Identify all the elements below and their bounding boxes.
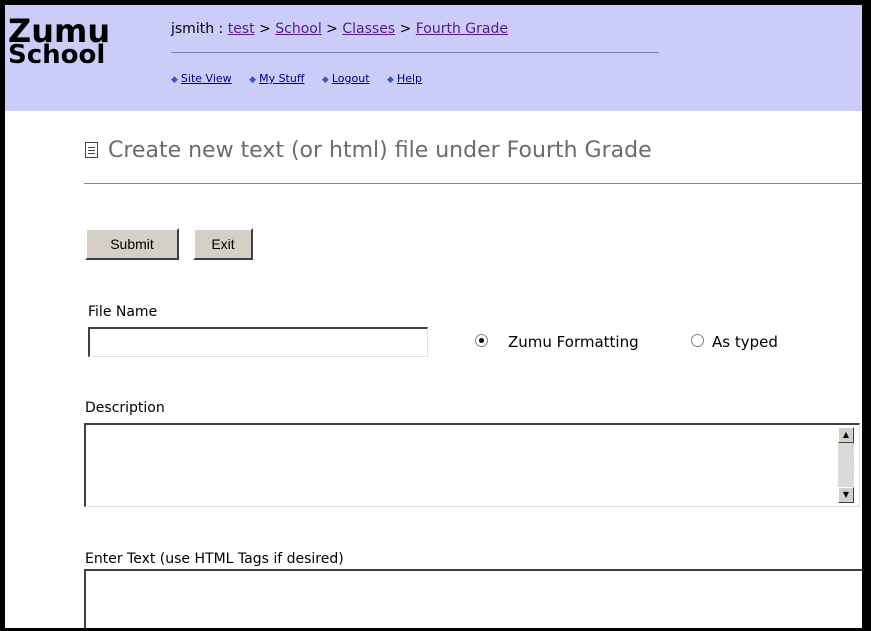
file-name-label: File Name (88, 304, 158, 320)
zumu-school-logo[interactable]: Zumu School (8, 15, 110, 70)
scroll-up-arrow-icon[interactable]: ▲ (838, 427, 854, 443)
description-textarea[interactable]: ▲ ▼ (84, 423, 860, 507)
description-label: Description (85, 400, 165, 416)
breadcrumb: jsmith : test > School > Classes > Fourt… (171, 21, 508, 37)
nav-help-link[interactable]: Help (397, 72, 422, 85)
title-divider (84, 183, 862, 184)
nav-site-view-link[interactable]: Site View (181, 72, 232, 85)
enter-text-textarea[interactable] (84, 569, 862, 628)
description-scrollbar[interactable]: ▲ ▼ (838, 427, 854, 503)
breadcrumb-arrow: > (259, 21, 271, 37)
page-title-row: Create new text (or html) file under Fou… (85, 138, 652, 163)
diamond-icon: ◆ (321, 75, 329, 85)
scroll-down-arrow-icon[interactable]: ▼ (838, 487, 854, 503)
breadcrumb-separator: : (218, 21, 224, 37)
diamond-icon: ◆ (387, 75, 394, 85)
breadcrumb-divider (171, 52, 659, 53)
enter-text-label: Enter Text (use HTML Tags if desired) (85, 551, 344, 567)
file-name-input[interactable] (88, 327, 428, 357)
header: Zumu School jsmith : test > School > Cla… (5, 5, 862, 111)
submit-button[interactable]: Submit (85, 228, 179, 260)
as-typed-label: As typed (712, 333, 778, 351)
breadcrumb-item-school[interactable]: School (275, 21, 321, 37)
breadcrumb-user: jsmith (171, 21, 215, 37)
nav-item-help[interactable]: ◆ Help (387, 72, 422, 85)
breadcrumb-item-fourth-grade[interactable]: Fourth Grade (416, 21, 508, 37)
page-frame: Zumu School jsmith : test > School > Cla… (5, 5, 862, 628)
breadcrumb-arrow: > (326, 21, 338, 37)
nav-logout-link[interactable]: Logout (332, 72, 370, 85)
breadcrumb-item-test[interactable]: test (228, 21, 255, 37)
breadcrumb-arrow: > (399, 21, 412, 37)
page-title: Create new text (or html) file under Fou… (108, 138, 652, 163)
exit-button[interactable]: Exit (193, 228, 253, 260)
nav-item-site-view[interactable]: ◆ Site View (171, 72, 232, 85)
diamond-icon: ◆ (249, 75, 257, 85)
zumu-formatting-label: Zumu Formatting (508, 333, 639, 351)
nav-my-stuff-link[interactable]: My Stuff (259, 72, 304, 85)
zumu-formatting-radio[interactable] (475, 334, 488, 347)
logo-line-2: School (8, 40, 106, 70)
nav-item-logout[interactable]: ◆ Logout (322, 72, 370, 85)
nav-item-my-stuff[interactable]: ◆ My Stuff (249, 72, 304, 85)
top-nav: ◆ Site View ◆ My Stuff ◆ Logout ◆ Help (171, 72, 436, 85)
breadcrumb-item-classes[interactable]: Classes (342, 21, 395, 37)
as-typed-radio[interactable] (691, 334, 704, 347)
diamond-icon: ◆ (171, 75, 178, 85)
document-icon (85, 142, 98, 158)
